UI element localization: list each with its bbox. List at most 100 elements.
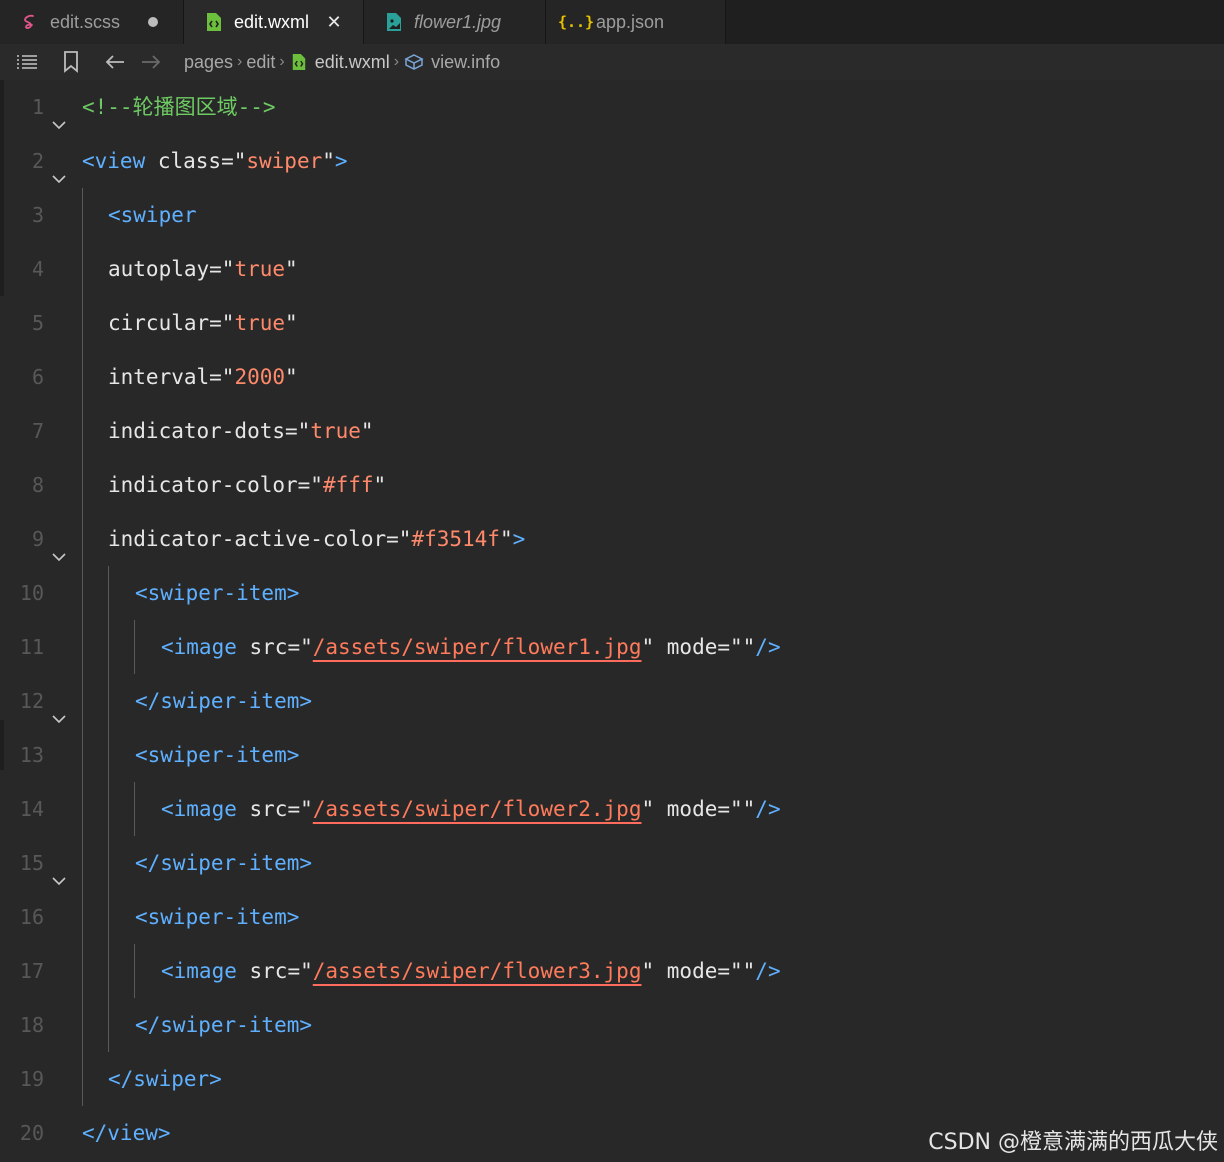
code-line[interactable]: 6 interval="2000" (0, 350, 1224, 404)
code-token: true (234, 311, 286, 335)
code-text[interactable]: <swiper (108, 188, 197, 242)
code-token: "" (730, 959, 756, 983)
back-arrow-icon[interactable] (102, 49, 128, 75)
code-token: /> (755, 959, 781, 983)
tab-bar-filler (726, 0, 1224, 44)
code-line[interactable]: 15 </swiper-item> (0, 836, 1224, 890)
code-text[interactable]: <swiper-item> (135, 566, 299, 620)
forward-arrow-icon[interactable] (138, 49, 164, 75)
code-text[interactable]: <!--轮播图区域--> (82, 80, 276, 134)
code-token: </swiper-item> (135, 851, 313, 875)
code-token: class= (157, 149, 234, 173)
code-token: " (322, 149, 335, 173)
code-token: " (285, 257, 298, 281)
outline-list-icon[interactable] (14, 49, 40, 75)
bookmark-icon[interactable] (58, 49, 84, 75)
code-line[interactable]: 10 <swiper-item> (0, 553, 1224, 620)
code-token: " (499, 527, 513, 551)
close-icon[interactable]: ✕ (325, 12, 343, 33)
code-line[interactable]: 9 indicator-active-color="#f3514f"> (0, 512, 1224, 566)
crumb-edit-wxml[interactable]: edit.wxml (315, 52, 390, 73)
fold-chevron-icon[interactable] (52, 550, 66, 566)
crumb-pages[interactable]: pages (184, 52, 233, 73)
code-token: </swiper-item> (135, 689, 313, 713)
code-line[interactable]: 4 autoplay="true" (0, 242, 1224, 296)
code-token: > (512, 527, 526, 551)
code-line[interactable]: 11 <image src="/assets/swiper/flower1.jpg… (0, 620, 1224, 674)
code-line[interactable]: 18 </swiper-item> (0, 998, 1224, 1052)
code-token: " (641, 635, 655, 659)
crumb-edit[interactable]: edit (246, 52, 275, 73)
fold-chevron-icon[interactable] (52, 118, 66, 134)
code-text[interactable]: indicator-color="#fff" (108, 458, 386, 512)
code-line[interactable]: 2 <view class="swiper"> (0, 121, 1224, 188)
code-text[interactable]: circular="true" (108, 296, 298, 350)
code-text[interactable]: <view class="swiper"> (82, 134, 348, 188)
image-file-icon (384, 12, 404, 32)
code-line[interactable]: 3 <swiper (0, 175, 1224, 242)
code-token: true (310, 419, 361, 443)
fold-chevron-icon[interactable] (52, 712, 66, 728)
code-line[interactable]: 7 indicator-dots="true" (0, 404, 1224, 458)
tab-label: edit.wxml (234, 11, 310, 32)
code-text[interactable]: <swiper-item> (135, 728, 299, 782)
code-token: " (285, 365, 298, 389)
code-text[interactable]: </view> (82, 1106, 171, 1160)
code-token: "" (730, 635, 756, 659)
code-text[interactable]: indicator-dots="true" (108, 404, 374, 458)
code-line[interactable]: 14 <image src="/assets/swiper/flower2.jpg… (0, 782, 1224, 836)
code-line[interactable]: 16 <swiper-item> (0, 877, 1224, 944)
code-line[interactable]: 8 indicator-color="#fff" (0, 458, 1224, 512)
chevron-right-icon: › (237, 53, 243, 70)
fold-chevron-icon[interactable] (52, 874, 66, 890)
code-line[interactable]: 1 <!--轮播图区域--> (0, 80, 1224, 134)
chevron-right-icon: › (279, 53, 285, 70)
crumb-view-info[interactable]: view.info (431, 52, 500, 73)
code-token: </swiper> (108, 1067, 222, 1091)
code-token: " (360, 419, 374, 443)
code-editor[interactable]: 1 <!--轮播图区域--> 2 <view class="swiper"> 3 <swi… (0, 80, 1224, 1162)
code-token: /> (755, 797, 781, 821)
tab-label: app.json (596, 11, 665, 32)
line-number: 14 (19, 797, 44, 821)
tab-edit-wxml[interactable]: edit.wxml ✕ (184, 0, 364, 44)
fold-chevron-icon[interactable] (52, 172, 66, 188)
tab-app-json[interactable]: {..} app.json (546, 0, 726, 44)
tab-edit-scss[interactable]: edit.scss (0, 0, 184, 44)
code-token: " (300, 635, 313, 659)
code-token: swiper (246, 149, 323, 173)
code-token: " (285, 311, 298, 335)
code-line[interactable]: 12 </swiper-item> (0, 674, 1224, 728)
code-text[interactable]: indicator-active-color="#f3514f"> (108, 512, 525, 566)
tab-flower1-jpg[interactable]: flower1.jpg (364, 0, 546, 44)
code-text[interactable]: <image src="/assets/swiper/flower1.jpg" … (161, 620, 781, 674)
code-text[interactable]: </swiper> (108, 1052, 222, 1106)
code-line[interactable]: 5 circular="true" (0, 296, 1224, 350)
code-token: /assets/swiper/flower2.jpg (312, 797, 642, 821)
code-text[interactable]: <swiper-item> (135, 890, 299, 944)
code-text[interactable]: <image src="/assets/swiper/flower2.jpg" … (161, 782, 781, 836)
sass-icon (20, 12, 40, 32)
code-line[interactable]: 17 <image src="/assets/swiper/flower3.jpg… (0, 944, 1224, 998)
unsaved-dot-icon[interactable] (148, 17, 159, 27)
code-text[interactable]: <image src="/assets/swiper/flower3.jpg" … (161, 944, 781, 998)
code-token: /> (755, 635, 781, 659)
code-token: " (373, 473, 387, 497)
code-text[interactable]: </swiper-item> (135, 674, 312, 728)
breadcrumb: pages › edit › edit.wxml › view.info (0, 44, 1224, 80)
code-text[interactable]: </swiper-item> (135, 836, 312, 890)
cube-symbol-icon (403, 49, 425, 75)
code-token: circular= (108, 311, 222, 335)
code-token: "" (730, 797, 756, 821)
line-number: 17 (19, 959, 44, 983)
code-text[interactable]: autoplay="true" (108, 242, 298, 296)
line-number: 5 (31, 311, 44, 335)
line-number: 12 (19, 689, 44, 713)
code-text[interactable]: </swiper-item> (135, 998, 312, 1052)
chevron-right-icon: › (393, 53, 400, 70)
code-token: indicator-color= (108, 473, 311, 497)
code-line[interactable]: 13 <swiper-item> (0, 715, 1224, 782)
code-text[interactable]: interval="2000" (108, 350, 298, 404)
code-line[interactable]: 19 </swiper> (0, 1052, 1224, 1106)
code-token: src= (249, 635, 301, 659)
